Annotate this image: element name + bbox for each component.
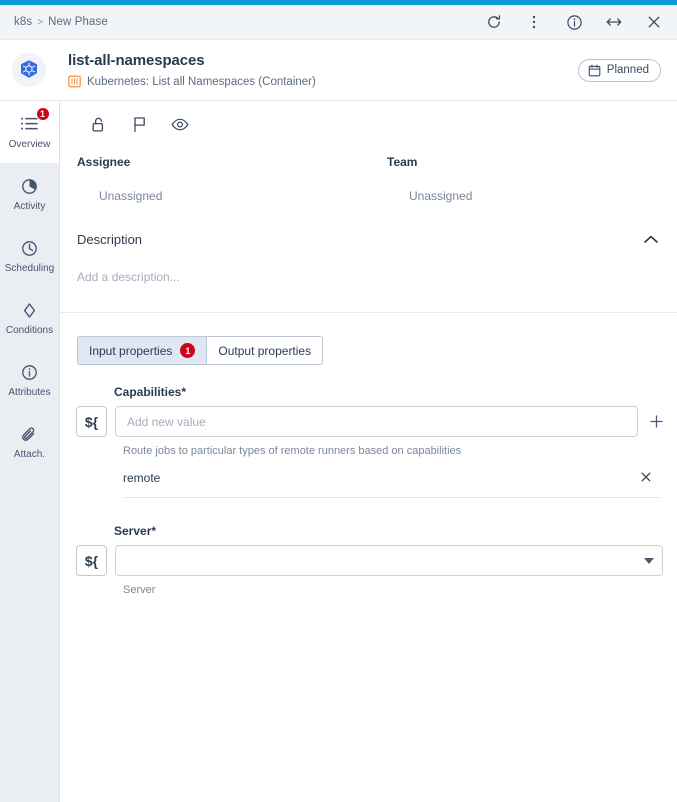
sidebar-item-scheduling[interactable]: Scheduling (0, 225, 59, 287)
clock-icon (20, 238, 40, 258)
tab-output-properties-label: Output properties (218, 343, 312, 358)
more-menu-icon[interactable] (525, 13, 543, 31)
diamond-icon (20, 300, 40, 320)
properties-tabs: Input properties 1 Output properties (77, 336, 677, 365)
status-badge[interactable]: Planned (577, 58, 661, 82)
titlebar-actions (485, 13, 663, 31)
header-text: list-all-namespaces Kubernetes: List all… (68, 52, 316, 88)
capabilities-value-text: remote (123, 471, 161, 485)
assignee-column: Assignee Unassigned (60, 155, 370, 203)
sidebar-label-attributes: Attributes (8, 387, 51, 398)
section-divider (60, 312, 677, 313)
sidebar-label-conditions: Conditions (5, 325, 54, 336)
paperclip-icon (20, 424, 40, 444)
sidebar-label-attachments: Attach. (13, 449, 46, 460)
capabilities-value-list: remote (123, 471, 677, 498)
properties-form: Capabilities* ${ Route jobs to particula… (60, 365, 677, 596)
capabilities-input-row: ${ (76, 406, 677, 437)
action-icon-row (60, 101, 677, 133)
capabilities-label: Capabilities* (114, 385, 677, 399)
field-server: Server* ${ Server (60, 524, 677, 596)
team-value[interactable]: Unassigned (409, 189, 677, 203)
kubernetes-icon (21, 60, 37, 78)
assignee-value[interactable]: Unassigned (99, 189, 370, 203)
close-icon[interactable] (645, 13, 663, 31)
breadcrumb: k8s > New Phase (14, 16, 108, 28)
resize-icon[interactable] (605, 13, 623, 31)
window-titlebar: k8s > New Phase (0, 5, 677, 40)
calendar-icon (588, 64, 601, 76)
page-subtitle: Kubernetes: List all Namespaces (Contain… (87, 75, 316, 88)
sidebar-item-overview[interactable]: 1 Overview (0, 101, 59, 163)
team-column: Team Unassigned (370, 155, 677, 203)
server-expression-button[interactable]: ${ (76, 545, 107, 576)
server-help-text: Server (123, 584, 156, 596)
close-icon[interactable] (639, 471, 653, 485)
people-section: Assignee Unassigned Team Unassigned (60, 133, 677, 203)
sidebar-item-activity[interactable]: Activity (0, 163, 59, 225)
server-label: Server* (114, 524, 677, 538)
server-label-text: Server (114, 524, 152, 538)
container-icon (68, 75, 81, 88)
breadcrumb-current: New Phase (48, 16, 108, 28)
sidebar-item-attributes[interactable]: Attributes (0, 349, 59, 411)
capabilities-add-button[interactable] (646, 412, 666, 432)
sidebar-badge-overview: 1 (35, 107, 50, 121)
assignee-label: Assignee (77, 155, 131, 169)
task-header: list-all-namespaces Kubernetes: List all… (0, 40, 677, 101)
avatar (12, 53, 46, 87)
subtitle-row: Kubernetes: List all Namespaces (Contain… (68, 75, 316, 88)
tab-input-properties[interactable]: Input properties 1 (77, 336, 207, 365)
tab-input-properties-label: Input properties (89, 343, 173, 358)
breadcrumb-separator: > (37, 16, 44, 28)
flag-icon[interactable] (130, 115, 148, 133)
sidebar: 1 Overview Activity Scheduling Condition… (0, 101, 60, 802)
tab-input-properties-badge: 1 (180, 343, 196, 358)
capabilities-required-marker: * (181, 385, 187, 399)
refresh-icon[interactable] (485, 13, 503, 31)
unlock-icon[interactable] (89, 115, 107, 133)
capabilities-input[interactable] (115, 406, 638, 437)
field-capabilities: Capabilities* ${ Route jobs to particula… (60, 385, 677, 498)
list-item: remote (123, 471, 660, 498)
server-input-row: ${ (76, 545, 677, 576)
page-title: list-all-namespaces (68, 52, 205, 69)
server-select[interactable] (115, 545, 663, 576)
capabilities-label-text: Capabilities (114, 385, 182, 399)
sidebar-item-conditions[interactable]: Conditions (0, 287, 59, 349)
description-title: Description (77, 231, 143, 247)
info-icon[interactable] (565, 13, 583, 31)
capabilities-help-text: Route jobs to particular types of remote… (123, 445, 462, 457)
description-input[interactable]: Add a description... (60, 270, 677, 306)
server-select-wrap (115, 545, 663, 576)
eye-icon[interactable] (171, 115, 189, 133)
status-badge-label: Planned (606, 64, 649, 76)
task-details-window: k8s > New Phase list-all-namespaces Kube… (0, 0, 677, 802)
sidebar-item-attachments[interactable]: Attach. (0, 411, 59, 473)
tab-output-properties[interactable]: Output properties (206, 336, 324, 365)
breadcrumb-root[interactable]: k8s (14, 16, 32, 28)
sidebar-label-activity: Activity (13, 201, 46, 212)
info-icon (20, 362, 40, 382)
sidebar-label-scheduling: Scheduling (4, 263, 55, 274)
window-body: 1 Overview Activity Scheduling Condition… (0, 101, 677, 802)
main-panel: Assignee Unassigned Team Unassigned Desc… (60, 101, 677, 802)
chevron-up-icon[interactable] (642, 230, 660, 248)
list-icon: 1 (20, 107, 50, 134)
description-header: Description (60, 230, 677, 248)
server-required-marker: * (151, 524, 157, 538)
team-label: Team (387, 155, 418, 169)
pie-clock-icon (20, 176, 40, 196)
sidebar-label-overview: Overview (8, 139, 51, 150)
capabilities-expression-button[interactable]: ${ (76, 406, 107, 437)
